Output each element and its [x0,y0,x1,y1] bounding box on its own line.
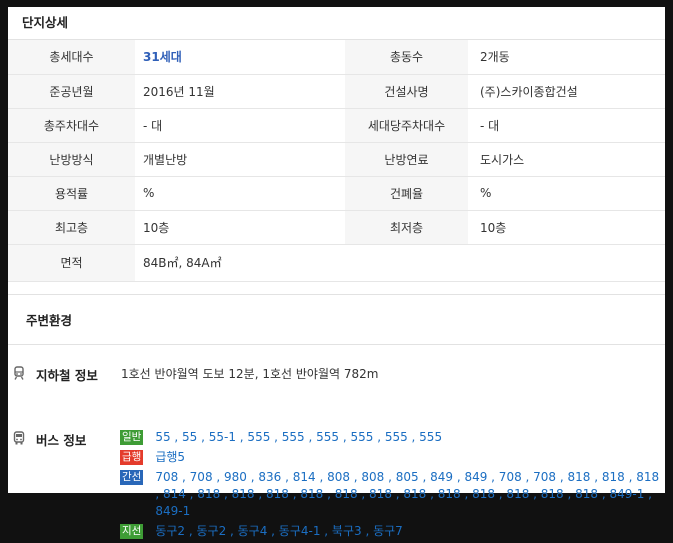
total-buildings-value: 2개동 [468,40,665,75]
area-value: 84B㎡, 84A㎡ [135,244,345,282]
heating-fuel-value: 도시가스 [468,142,665,177]
completion-date-value: 2016년 11월 [135,74,345,109]
bus-icon [13,430,25,444]
heating-fuel-label: 난방연료 [345,142,468,177]
bus-routes[interactable]: 708 , 708 , 980 , 836 , 814 , 808 , 808 … [155,469,665,520]
subway-icon [14,365,24,380]
max-floor-value: 10층 [135,210,345,245]
bus-routes[interactable]: 55 , 55 , 55-1 , 555 , 555 , 555 , 555 ,… [155,429,442,446]
bus-routes[interactable]: 급행5 [155,449,185,466]
total-parking-value: - 대 [135,108,345,143]
table-row: 준공년월 2016년 11월 건설사명 (주)스카이종합건설 [8,74,665,109]
heating-method-label: 난방방식 [8,142,135,177]
building-coverage-label: 건폐율 [345,176,468,211]
min-floor-value: 10층 [468,210,665,245]
floor-area-ratio-label: 용적률 [8,176,135,211]
environment-title: 주변환경 [8,295,665,345]
min-floor-label: 최저층 [345,210,468,245]
bus-line-general: 일반 55 , 55 , 55-1 , 555 , 555 , 555 , 55… [120,429,665,446]
max-floor-label: 최고층 [8,210,135,245]
completion-date-label: 준공년월 [8,74,135,109]
complex-detail-table: 총세대수 31세대 총동수 2개동 준공년월 2016년 11월 건설사명 (주… [8,40,665,282]
complex-detail-title: 단지상세 [8,7,665,40]
empty-cell [468,244,665,282]
bus-info-label: 버스 정보 [36,432,87,448]
subway-info-value: 1호선 반야월역 도보 12분, 1호선 반야월역 782m [121,366,379,381]
builder-label: 건설사명 [345,74,468,109]
bus-line-branch: 지선 동구2 , 동구2 , 동구4 , 동구4-1 , 북구3 , 동구7 [120,523,665,540]
table-row: 용적률 % 건폐율 % [8,176,665,211]
bus-lines: 일반 55 , 55 , 55-1 , 555 , 555 , 555 , 55… [120,429,665,543]
bus-line-trunk: 간선 708 , 708 , 980 , 836 , 814 , 808 , 8… [120,469,665,520]
table-row: 총세대수 31세대 총동수 2개동 [8,40,665,75]
total-households-label: 총세대수 [8,40,135,75]
bus-type-badge: 간선 [120,469,144,485]
heating-method-value: 개별난방 [135,142,345,177]
bus-type-badge: 지선 [120,523,144,539]
environment-section: 주변환경 지하철 정보 1호선 반야월역 도보 12분, 1호선 반야월역 78… [8,293,665,539]
complex-detail-panel: 단지상세 총세대수 31세대 총동수 2개동 준공년월 2016년 11월 건설… [8,7,665,539]
table-row: 면적 84B㎡, 84A㎡ [8,244,665,282]
floor-area-ratio-value: % [135,176,345,211]
bus-type-badge: 급행 [120,449,144,465]
bus-routes[interactable]: 동구2 , 동구2 , 동구4 , 동구4-1 , 북구3 , 동구7 [155,523,402,540]
total-buildings-label: 총동수 [345,40,468,75]
table-row: 최고층 10층 최저층 10층 [8,210,665,245]
bus-line-express: 급행 급행5 [120,449,665,466]
subway-info-row: 지하철 정보 1호선 반야월역 도보 12분, 1호선 반야월역 782m [8,345,665,383]
bus-type-badge: 일반 [120,429,144,445]
area-label: 면적 [8,244,135,282]
builder-value: (주)스카이종합건설 [468,74,665,109]
total-parking-label: 총주차대수 [8,108,135,143]
subway-info-label: 지하철 정보 [36,367,98,383]
empty-cell [345,244,468,282]
total-households-value[interactable]: 31세대 [135,40,345,75]
building-coverage-value: % [468,176,665,211]
table-row: 총주차대수 - 대 세대당주차대수 - 대 [8,108,665,143]
table-row: 난방방식 개별난방 난방연료 도시가스 [8,142,665,177]
parking-per-household-value: - 대 [468,108,665,143]
parking-per-household-label: 세대당주차대수 [345,108,468,143]
